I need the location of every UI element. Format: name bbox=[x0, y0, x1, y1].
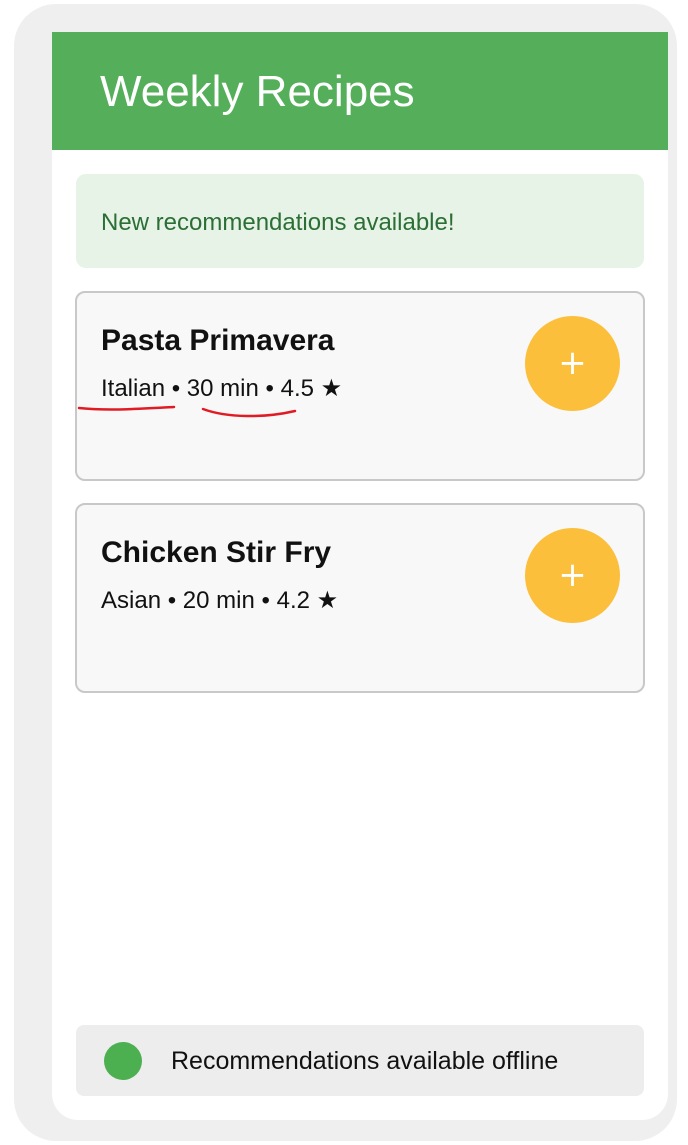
recipe-card-chicken-stir-fry[interactable]: Chicken Stir Fry Asian • 20 min • 4.2 ★ … bbox=[75, 503, 645, 693]
recommendation-banner[interactable]: New recommendations available! bbox=[76, 174, 644, 268]
recipe-name: Chicken Stir Fry bbox=[101, 536, 332, 569]
recipe-meta: Italian • 30 min • 4.5 ★ bbox=[101, 374, 342, 404]
recipe-cuisine: Asian bbox=[101, 587, 162, 614]
recipe-rating: 4.2 ★ bbox=[276, 587, 339, 614]
annotation-underline-marks bbox=[77, 405, 297, 418]
meta-separator: • bbox=[254, 587, 277, 614]
recipe-cuisine: Italian bbox=[101, 375, 166, 402]
offline-status-bar: Recommendations available offline bbox=[76, 1025, 644, 1096]
app-screen: Weekly Recipes New recommendations avail… bbox=[52, 32, 668, 1120]
device-frame: Weekly Recipes New recommendations avail… bbox=[14, 4, 677, 1141]
recipe-card-pasta-primavera[interactable]: Pasta Primavera Italian • 30 min • 4.5 ★… bbox=[75, 291, 645, 481]
app-header: Weekly Recipes bbox=[52, 32, 668, 150]
recipe-time: 30 min bbox=[186, 375, 259, 402]
add-recipe-button[interactable]: + bbox=[525, 316, 620, 411]
page-title: Weekly Recipes bbox=[100, 67, 415, 116]
meta-separator: • bbox=[165, 375, 187, 402]
status-indicator-dot bbox=[104, 1042, 142, 1080]
status-text: Recommendations available offline bbox=[171, 1047, 559, 1075]
recipe-rating: 4.5 ★ bbox=[280, 375, 343, 402]
meta-separator: • bbox=[258, 375, 281, 402]
underline-cuisine bbox=[77, 405, 176, 411]
recipe-meta: Asian • 20 min • 4.2 ★ bbox=[101, 586, 338, 616]
add-recipe-button[interactable]: + bbox=[525, 528, 620, 623]
underline-time bbox=[201, 407, 297, 418]
recipe-name: Pasta Primavera bbox=[101, 324, 335, 357]
banner-text: New recommendations available! bbox=[101, 209, 455, 236]
meta-separator: • bbox=[161, 587, 183, 614]
recipe-time: 20 min bbox=[182, 587, 255, 614]
